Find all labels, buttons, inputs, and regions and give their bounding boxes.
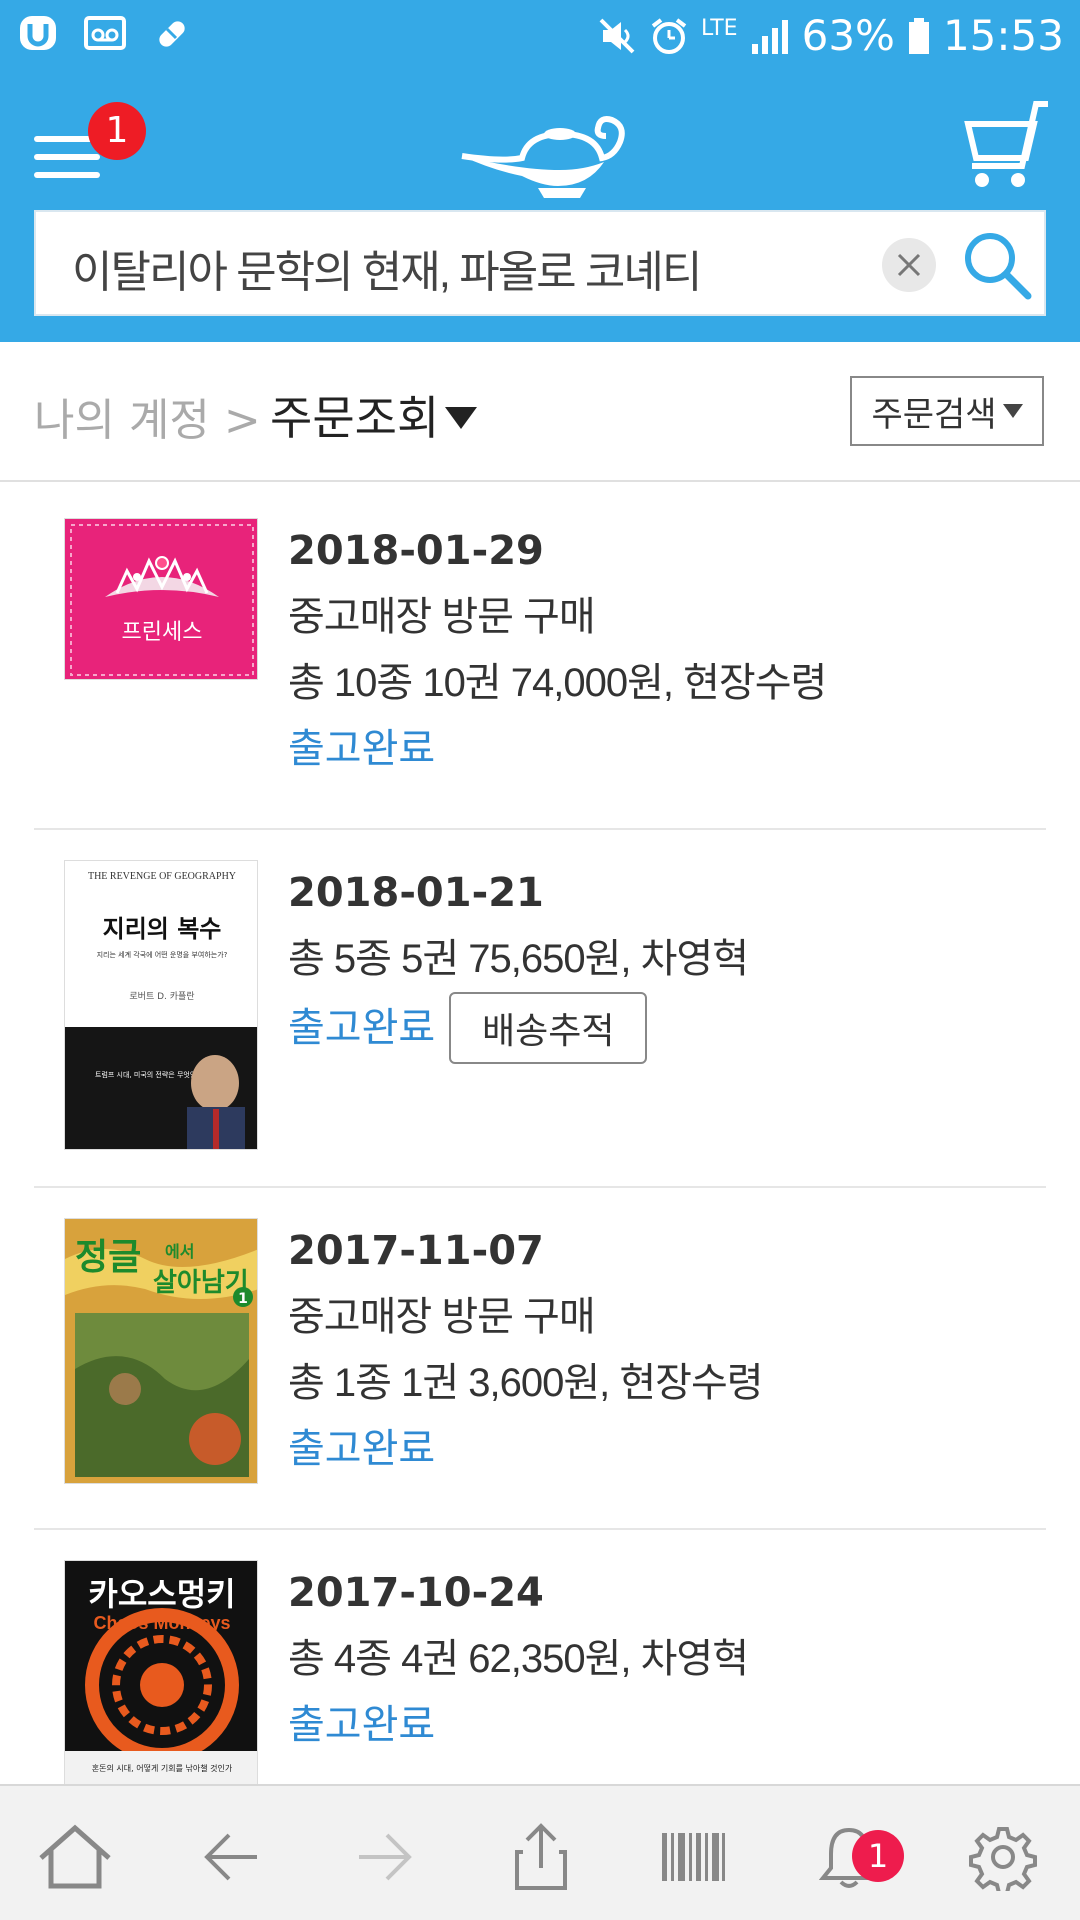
status-bar: LTE 63% 15:53 (0, 0, 1080, 76)
barcode-icon[interactable] (648, 1812, 738, 1902)
cover-title: 프린세스 (122, 620, 203, 645)
order-summary: 총 1종 1권 3,600원, 현장수령 (288, 1361, 764, 1405)
menu-notification-badge: 1 (88, 102, 146, 160)
mute-icon (599, 18, 635, 54)
order-view-dropdown[interactable]: 주문조회 (270, 382, 478, 448)
cover-quote: 트럼프 시대, 미국의 전략은 무엇인가? (95, 1070, 207, 1079)
book-cover-image[interactable]: 프린세스 (64, 518, 258, 680)
cover-title-particle: 에서 (165, 1242, 194, 1261)
dropdown-triangle-icon (445, 407, 478, 429)
order-info: 2018-01-29 중고매장 방문 구매 총 10종 10권 74,000원,… (288, 518, 827, 782)
notification-badge: 1 (852, 1830, 904, 1882)
order-info: 2017-10-24 총 4종 4권 62,350원, 차영혁 출고완료 (288, 1560, 749, 1758)
order-item[interactable]: THE REVENGE OF GEOGRAPHY 지리의 복수 지리는 세계 각… (34, 830, 1046, 1188)
dropdown-triangle-icon (1002, 404, 1023, 418)
home-icon[interactable] (30, 1812, 120, 1902)
order-search-label: 주문검색 (871, 394, 997, 435)
order-status[interactable]: 출고완료 (288, 1692, 435, 1758)
order-date: 2018-01-21 (288, 870, 544, 916)
app-u-icon (18, 12, 60, 54)
cover-title: 정글 (75, 1237, 141, 1278)
cover-subtitle: 지리는 세계 각국에 어떤 운명을 부여하는가? (97, 950, 228, 959)
clock: 15:53 (942, 11, 1064, 60)
track-delivery-button[interactable]: 배송추적 (449, 992, 648, 1064)
page-title: 주문조회 (270, 391, 440, 445)
battery-icon (908, 18, 929, 54)
order-item[interactable]: 정글 에서 살아남기 1 2017-11-07 중고매장 방문 구매 총 1종 … (34, 1188, 1046, 1530)
cover-title: 지리의 복수 (103, 915, 222, 943)
search-icon[interactable] (958, 226, 1038, 306)
cover-subtitle-en: THE REVENGE OF GEOGRAPHY (88, 871, 236, 882)
order-summary: 총 4종 4권 62,350원, 차영혁 (288, 1637, 749, 1681)
app-header: 1 이탈리아 문학의 현재, 파올로 코녜티 (0, 76, 1080, 342)
order-date: 2017-11-07 (288, 1228, 544, 1274)
cover-author: 로버트 D. 카플란 (129, 990, 194, 1002)
bottom-navigation: 1 (0, 1784, 1080, 1920)
order-info: 2018-01-21 총 5종 5권 75,650원, 차영혁 출고완료 배송추… (288, 860, 749, 1064)
pill-icon (150, 12, 192, 54)
search-input[interactable]: 이탈리아 문학의 현재, 파올로 코녜티 (72, 236, 702, 300)
order-status[interactable]: 출고완료 (288, 716, 435, 782)
book-cover-image[interactable]: 카오스멍키 Chaos Monkeys 혼돈의 시대, 어떻게 기회를 낚아챌 … (64, 1560, 258, 1784)
cover-volume-number: 1 (238, 1291, 248, 1307)
order-summary: 총 10종 10권 74,000원, 현장수령 (288, 661, 827, 705)
order-status[interactable]: 출고완료 (288, 995, 435, 1061)
forward-arrow-icon[interactable] (340, 1812, 430, 1902)
order-status[interactable]: 출고완료 (288, 1416, 435, 1482)
cart-icon[interactable] (960, 96, 1050, 206)
search-box[interactable]: 이탈리아 문학의 현재, 파올로 코녜티 (34, 210, 1046, 316)
order-summary: 총 5종 5권 75,650원, 차영혁 (288, 937, 749, 981)
order-search-button[interactable]: 주문검색 (850, 376, 1044, 446)
back-arrow-icon[interactable] (186, 1812, 276, 1902)
network-type: LTE (701, 16, 738, 41)
book-cover-image[interactable]: 정글 에서 살아남기 1 (64, 1218, 258, 1484)
magic-lamp-logo-icon[interactable] (460, 98, 630, 208)
order-detail: 중고매장 방문 구매 (288, 1295, 596, 1339)
order-date: 2017-10-24 (288, 1570, 544, 1616)
signal-icon (751, 20, 788, 54)
cover-title: 카오스멍키 (88, 1575, 235, 1613)
order-item[interactable]: 프린세스 2018-01-29 중고매장 방문 구매 총 10종 10권 74,… (34, 484, 1046, 830)
breadcrumb: 나의 계정 > 주문조회 주문검색 (0, 342, 1080, 482)
order-list: 프린세스 2018-01-29 중고매장 방문 구매 총 10종 10권 74,… (0, 484, 1080, 1784)
order-info: 2017-11-07 중고매장 방문 구매 총 1종 1권 3,600원, 현장… (288, 1218, 764, 1482)
settings-icon[interactable] (958, 1812, 1048, 1902)
order-date: 2018-01-29 (288, 528, 544, 574)
breadcrumb-my-account[interactable]: 나의 계정 > (34, 384, 261, 448)
battery-percent: 63% (801, 11, 895, 60)
clear-search-icon[interactable] (882, 238, 936, 292)
cover-subtitle: 혼돈의 시대, 어떻게 기회를 낚아챌 것인가 (92, 1763, 233, 1773)
alarm-icon (651, 18, 687, 54)
order-detail: 중고매장 방문 구매 (288, 595, 596, 639)
share-icon[interactable] (496, 1812, 586, 1902)
order-item[interactable]: 카오스멍키 Chaos Monkeys 혼돈의 시대, 어떻게 기회를 낚아챌 … (34, 1530, 1046, 1784)
voicemail-icon (84, 12, 126, 54)
book-cover-image[interactable]: THE REVENGE OF GEOGRAPHY 지리의 복수 지리는 세계 각… (64, 860, 258, 1150)
